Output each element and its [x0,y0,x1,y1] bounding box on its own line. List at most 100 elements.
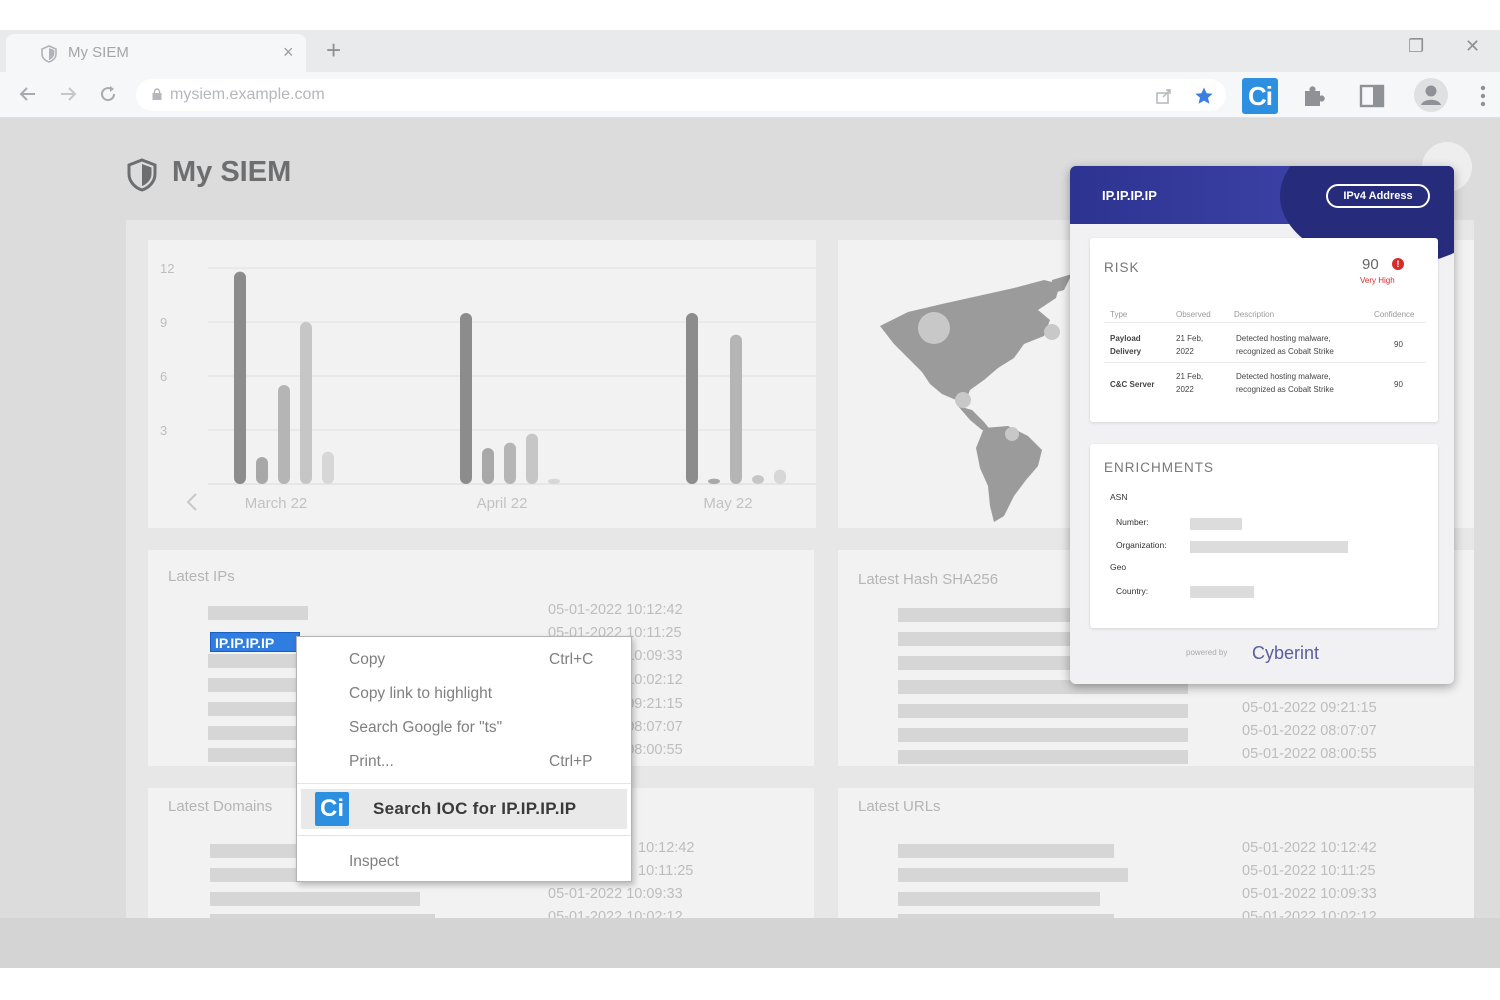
popup-header: IP.IP.IP.IP IPv4 Address [1070,166,1454,266]
greenland-shape [1050,274,1072,294]
row-confidence: 90 [1394,380,1403,389]
map-hotspot [1005,427,1019,441]
url-placeholder [898,868,1128,882]
menu-item-copy-link[interactable]: Copy link to highlight [297,681,631,707]
chart-bar[interactable] [504,442,516,484]
browser-tab[interactable]: My SIEM × [6,34,306,72]
latest-ips-title: Latest IPs [168,568,235,585]
chart-bar[interactable] [774,469,786,484]
cyberint-popup: IP.IP.IP.IP IPv4 Address RISK 90 ! Very … [1070,166,1454,684]
menu-kebab-icon[interactable] [1476,82,1490,110]
timestamp: 05-01-2022 10:09:33 [1242,886,1377,902]
y-tick-label: 3 [160,423,167,438]
browser-toolbar: mysiem.example.com Ci [0,72,1500,118]
chart-bar[interactable] [256,457,268,484]
menu-item-label: Copy [349,651,386,668]
latest-urls-title: Latest URLs [858,798,941,815]
tab-close-icon[interactable]: × [283,42,294,63]
menu-separator [297,835,631,836]
latest-urls-card: Latest URLs 05-01-2022 10:12:42 05-01-20… [838,788,1474,928]
chart-bar[interactable] [686,313,698,484]
chart-bar[interactable] [234,271,246,484]
row-observed: 21 Feb, 2022 [1176,372,1204,394]
risk-title: RISK [1104,260,1140,275]
asn-label: ASN [1110,492,1128,502]
map-hotspot [955,392,971,408]
table-divider [1104,322,1426,323]
row-observed: 21 Feb, 2022 [1176,334,1204,356]
x-tick-label: May 22 [703,495,752,512]
popup-ip: IP.IP.IP.IP [1102,188,1157,203]
y-tick-label: 9 [160,315,167,330]
browser-tab-strip: My SIEM × + ❐ ✕ [0,30,1500,72]
share-icon[interactable] [1154,86,1174,106]
organization-label: Organization: [1116,540,1167,550]
timestamp: 05-01-2022 10:12:42 [1242,840,1377,856]
chart-bar[interactable] [482,448,494,484]
risk-alert-icon: ! [1392,258,1404,270]
hash-placeholder [898,728,1188,742]
menu-item-search-ioc[interactable]: Ci Search IOC for IP.IP.IP.IP [301,789,627,829]
context-menu: Copy Ctrl+C Copy link to highlight Searc… [296,636,632,882]
lock-icon [152,88,162,100]
extensions-puzzle-icon[interactable] [1300,82,1328,110]
menu-item-inspect[interactable]: Inspect [297,849,631,875]
chart-bar[interactable] [548,478,560,484]
address-bar[interactable]: mysiem.example.com [136,79,1226,111]
shield-favicon-icon [41,45,57,63]
chart-bar[interactable] [460,313,472,484]
app-title: My SIEM [172,156,292,188]
menu-item-search-google[interactable]: Search Google for "ts" [297,715,631,741]
restore-window-icon[interactable]: ❐ [1408,36,1424,57]
timestamp: 05-01-2022 10:12:42 [548,602,683,618]
url-placeholder [898,844,1114,858]
col-header-observed: Observed [1176,310,1211,319]
x-tick-label: April 22 [477,495,528,512]
col-header-type: Type [1110,310,1128,319]
ioc-type-badge: IPv4 Address [1326,184,1430,208]
back-icon[interactable] [16,82,40,106]
menu-separator [297,783,631,784]
ip-placeholder [208,702,308,716]
side-panel-icon[interactable] [1358,82,1386,110]
row-type: Payload Delivery [1110,334,1142,356]
menu-item-copy[interactable]: Copy Ctrl+C [297,647,631,673]
risk-card: RISK 90 ! Very High Type Observed Descri… [1090,238,1438,422]
south-america-shape [976,426,1042,522]
chart-bar[interactable] [526,433,538,484]
chart-bar[interactable] [730,334,742,484]
bookmark-star-icon[interactable] [1194,86,1214,106]
new-tab-button[interactable]: + [326,35,341,66]
selected-ip-text[interactable]: IP.IP.IP.IP [210,632,300,652]
forward-icon[interactable] [56,82,80,106]
close-window-icon[interactable]: ✕ [1465,36,1480,57]
row-description: Detected hosting malware, recognized as … [1236,372,1334,394]
col-header-description: Description [1234,310,1275,319]
ip-placeholder [208,678,308,692]
chart-bar[interactable] [278,385,290,484]
number-label: Number: [1116,517,1149,527]
menu-item-print[interactable]: Print... Ctrl+P [297,749,631,775]
tab-title: My SIEM [68,44,129,61]
table-divider [1104,362,1426,363]
hash-placeholder [898,704,1188,718]
chart-bar[interactable] [708,478,720,484]
url-text: mysiem.example.com [170,86,325,103]
menu-item-label: Print... [349,753,394,770]
latest-hash-title: Latest Hash SHA256 [858,571,999,588]
profile-avatar-icon[interactable] [1414,78,1448,112]
cyberint-ci-icon: Ci [315,792,349,826]
chart-bar[interactable] [752,475,764,484]
country-label: Country: [1116,586,1149,596]
chart-bar[interactable] [300,322,312,484]
ip-placeholder [208,654,308,668]
cyberint-extension-icon[interactable]: Ci [1242,78,1278,114]
risk-level: Very High [1360,276,1395,285]
reload-icon[interactable] [96,82,120,106]
chevron-left-icon[interactable] [186,493,197,511]
timestamp: 05-01-2022 08:07:07 [1242,723,1377,739]
organization-value [1190,541,1348,553]
chart-bar[interactable] [322,451,334,484]
bar-chart-card: 12 9 6 3 March 22 April 22 May 22 [148,240,816,528]
timestamp: 05-01-2022 10:09:33 [548,886,683,902]
